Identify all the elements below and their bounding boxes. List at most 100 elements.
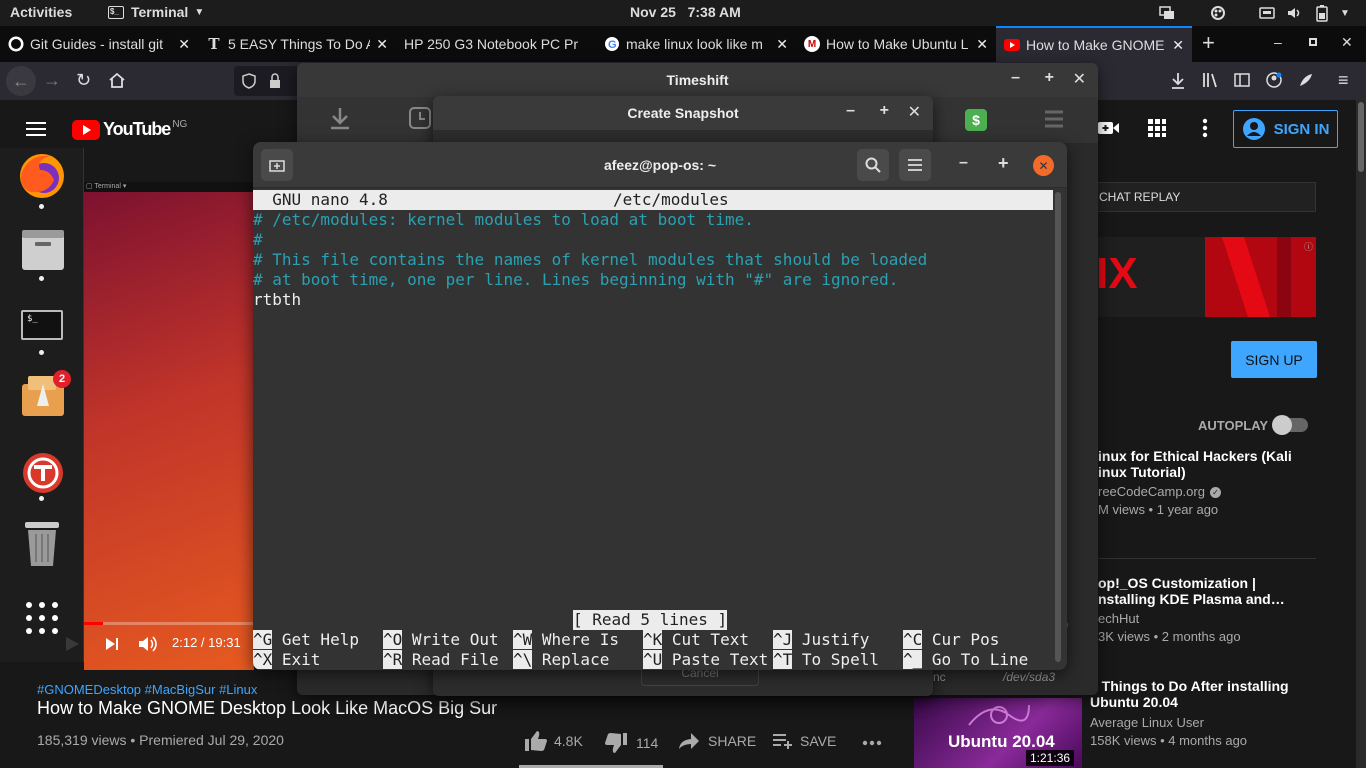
apps-grid-icon[interactable] [1148, 119, 1166, 137]
menu-icon[interactable]: ≡ [1338, 70, 1349, 91]
firefox-icon[interactable] [18, 152, 66, 200]
restore-clock-icon[interactable] [409, 107, 431, 129]
menu-lines-icon[interactable] [1045, 109, 1063, 129]
shortcut-label: Exit [272, 650, 321, 669]
nano-shortcut: ^C Cur Pos [903, 630, 999, 650]
search-button[interactable] [857, 149, 889, 181]
video-progress-track[interactable] [84, 622, 254, 625]
page-scrollbar[interactable] [1356, 100, 1366, 768]
files-icon[interactable] [22, 230, 64, 270]
rec-thumbnail[interactable]: Ubuntu 20.04 1:21:36 [914, 698, 1082, 768]
app-menu[interactable]: $_ Terminal ▼ [108, 4, 204, 20]
show-apps-grid-icon[interactable] [24, 600, 60, 636]
battery-icon[interactable] [1315, 4, 1329, 22]
terminal-scrollbar[interactable] [1055, 192, 1061, 662]
netflix-ad[interactable]: IX ⓘ [1068, 237, 1316, 317]
chat-replay-bar[interactable]: CHAT REPLAY [1068, 182, 1316, 212]
library-icon[interactable] [1202, 72, 1218, 88]
scrollbar-thumb[interactable] [1358, 102, 1364, 172]
timeshift-header: Timeshift – + ✕ [297, 63, 1098, 97]
nano-editor[interactable]: GNU nano 4.8/etc/modules # /etc/modules:… [253, 188, 1053, 670]
recommendation-item[interactable]: 0 Things to Do After installing Ubuntu 2… [1090, 678, 1289, 750]
autoplay-toggle[interactable] [1272, 415, 1308, 435]
forward-arrow-icon[interactable]: → [43, 70, 61, 91]
video-player[interactable] [84, 182, 254, 670]
running-indicator [39, 350, 44, 355]
minimize-icon[interactable]: – [846, 102, 855, 120]
clock-time: 7:38 AM [687, 4, 741, 20]
video-hashtags[interactable]: #GNOMEDesktop #MacBigSur #Linux [37, 682, 257, 697]
close-icon[interactable]: ✕ [376, 36, 388, 53]
shortcut-key: ^U [643, 650, 663, 669]
create-download-icon[interactable] [329, 107, 351, 131]
activities-button[interactable]: Activities [10, 4, 72, 20]
system-menu-chevron-icon[interactable]: ▼ [1340, 8, 1350, 19]
browser-tab[interactable]: M How to Make Ubuntu L ✕ [796, 26, 996, 62]
menu-button[interactable] [899, 149, 931, 181]
recommendation-item[interactable]: op!_OS Customization | nstalling KDE Pla… [1098, 575, 1285, 646]
screens-icon[interactable] [1159, 6, 1175, 20]
youtube-logo-icon [72, 119, 100, 140]
window-close-icon[interactable]: ✕ [1341, 34, 1353, 51]
minimize-icon[interactable]: – [959, 154, 968, 172]
browser-tab[interactable]: HP 250 G3 Notebook PC Pr [396, 26, 596, 62]
like-button[interactable]: 4.8K [524, 730, 583, 752]
extension-icon[interactable] [1298, 72, 1314, 88]
palette-icon[interactable] [1210, 5, 1226, 21]
download-icon[interactable] [1170, 72, 1186, 90]
trash-icon[interactable] [25, 522, 59, 566]
dislike-button[interactable]: 114 [604, 732, 658, 754]
reload-icon[interactable]: ↻ [76, 70, 91, 91]
create-video-icon[interactable] [1098, 120, 1120, 136]
home-icon[interactable] [108, 71, 126, 89]
lock-icon[interactable] [268, 73, 282, 89]
sidebar-icon[interactable] [1234, 72, 1250, 88]
new-tab-button[interactable] [261, 149, 293, 181]
close-icon[interactable]: ✕ [1073, 69, 1086, 89]
more-horiz-icon[interactable] [862, 740, 882, 746]
maximize-icon[interactable] [1309, 38, 1317, 46]
share-button[interactable]: SHARE [678, 732, 756, 750]
hamburger-menu-icon[interactable] [26, 121, 46, 137]
browser-tab[interactable]: Git Guides - install git ✕ [0, 26, 198, 62]
youtube-logo[interactable]: YouTube NG [72, 119, 187, 140]
info-icon[interactable]: ⓘ [1304, 240, 1313, 253]
donate-dollar-icon[interactable]: $ [965, 109, 987, 131]
volume-icon[interactable] [1286, 5, 1302, 21]
url-bar[interactable] [234, 66, 304, 96]
browser-tab[interactable]: G make linux look like m ✕ [596, 26, 796, 62]
browser-tab[interactable]: T 5 EASY Things To Do Af ✕ [198, 26, 396, 62]
more-vert-icon[interactable] [1202, 118, 1208, 138]
keyboard-icon[interactable] [1259, 6, 1275, 20]
shortcut-key: ^C [903, 630, 923, 649]
recommendation-item[interactable]: inux for Ethical Hackers (Kali inux Tuto… [1098, 448, 1292, 519]
close-icon[interactable]: ✕ [908, 102, 921, 122]
clock[interactable]: Nov 25 7:38 AM [630, 4, 741, 20]
volume-icon[interactable] [138, 635, 158, 653]
minimize-icon[interactable]: – [1274, 34, 1282, 50]
browser-tab-active[interactable]: How to Make GNOME D ✕ [996, 26, 1192, 62]
sign-in-button[interactable]: SIGN IN [1233, 110, 1338, 148]
maximize-icon[interactable]: + [1045, 69, 1054, 87]
sign-up-button[interactable]: SIGN UP [1231, 341, 1317, 378]
save-button[interactable]: SAVE [772, 732, 836, 750]
close-icon[interactable]: ✕ [776, 36, 788, 53]
shield-icon[interactable] [242, 73, 256, 89]
close-icon[interactable]: ✕ [1033, 155, 1054, 176]
account-icon[interactable] [1266, 72, 1282, 88]
rec-title-line: nstalling KDE Plasma and… [1098, 591, 1285, 607]
maximize-icon[interactable]: + [998, 153, 1009, 174]
back-arrow-icon[interactable]: ← [6, 66, 36, 96]
shortcut-key: ^W [513, 630, 533, 649]
maximize-icon[interactable]: + [880, 102, 889, 120]
terminal-dock-icon[interactable]: $_ [21, 310, 63, 340]
close-icon[interactable]: ✕ [178, 36, 190, 53]
next-icon[interactable] [104, 636, 120, 652]
new-tab-plus-icon[interactable]: + [1202, 30, 1215, 56]
shortcut-key: ^T [773, 650, 793, 669]
timeshift-icon[interactable] [22, 452, 64, 494]
close-icon[interactable]: ✕ [976, 36, 988, 53]
close-icon[interactable]: ✕ [1172, 37, 1184, 54]
minimize-icon[interactable]: – [1011, 69, 1020, 87]
running-indicator [39, 496, 44, 501]
